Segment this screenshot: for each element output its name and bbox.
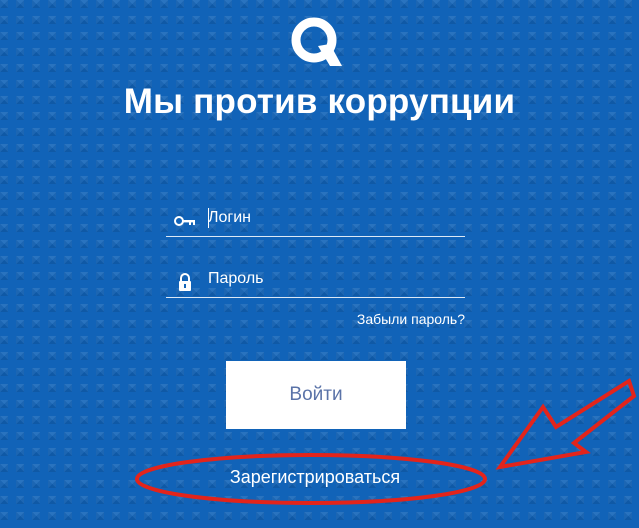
login-button[interactable]: Войти <box>226 361 406 429</box>
password-input[interactable]: Пароль <box>208 267 458 293</box>
page-title: Мы против коррупции <box>123 82 516 121</box>
register-link[interactable]: Зарегистрироваться <box>150 467 480 488</box>
login-input[interactable]: Логин <box>208 206 458 232</box>
q-logo-icon <box>291 17 342 66</box>
login-field[interactable]: Логин <box>166 206 465 237</box>
password-field[interactable]: Пароль <box>166 267 465 298</box>
forgot-password-link[interactable]: Забыли пароль? <box>357 311 465 327</box>
annotation-overlay <box>135 377 637 505</box>
red-arrow <box>495 377 637 470</box>
key-icon <box>174 216 195 226</box>
lock-icon <box>179 273 191 291</box>
